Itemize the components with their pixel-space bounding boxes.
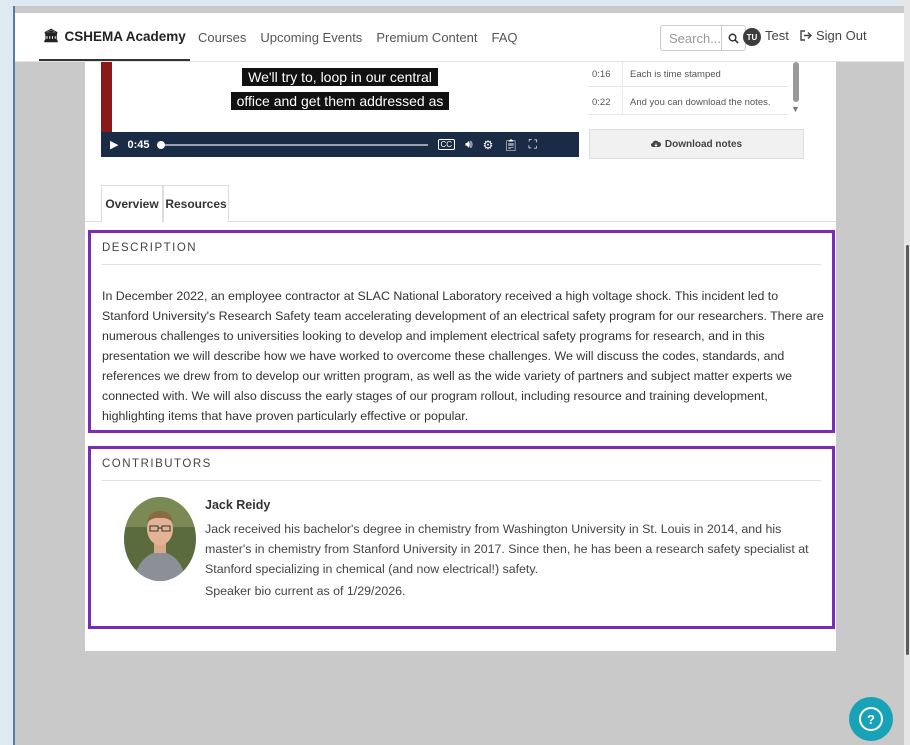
user-name-link[interactable]: Test <box>765 28 789 43</box>
description-text: In December 2022, an employee contractor… <box>102 289 824 423</box>
page-scrollbar[interactable] <box>904 0 910 745</box>
scrollbar-thumb[interactable] <box>906 245 909 655</box>
control-icons: CC 🔊︎ ⚙︎ 📋︎ ⛶ <box>437 137 537 152</box>
transcript-scrollbar[interactable] <box>793 62 799 102</box>
contributors-heading: CONTRIBUTORS <box>102 458 821 481</box>
closed-captions-icon[interactable]: CC <box>437 139 456 150</box>
fullscreen-icon[interactable]: ⛶ <box>529 137 537 152</box>
search-box: Search... <box>660 25 746 51</box>
transcript-text: Each is time stamped <box>630 68 721 80</box>
brand-link[interactable]: 🏛︎ CSHEMA Academy <box>39 13 190 61</box>
cloud-download-icon <box>650 140 661 147</box>
help-button[interactable]: ? <box>849 697 893 741</box>
progress-bar[interactable] <box>156 140 428 149</box>
transcript-panel: 0:16 Each is time stamped 0:22 And you c… <box>588 62 802 119</box>
transcript-clipboard-icon[interactable]: 📋︎ <box>503 138 518 152</box>
nav-links: Courses Upcoming Events Premium Content … <box>198 13 531 61</box>
content-tabs: Overview Resources <box>85 185 836 223</box>
nav-link-premium-content[interactable]: Premium Content <box>376 30 477 45</box>
question-mark-icon: ? <box>859 707 883 731</box>
description-heading: DESCRIPTION <box>102 242 821 265</box>
transcript-time: 0:22 <box>588 90 623 114</box>
search-input[interactable]: Search... <box>661 31 721 46</box>
scroll-down-arrow-icon[interactable]: ▼ <box>791 104 800 114</box>
window-frame-top <box>0 0 910 6</box>
user-avatar[interactable]: TU <box>743 28 761 46</box>
download-notes-label: Download notes <box>664 138 743 150</box>
tab-resources[interactable]: Resources <box>163 185 229 222</box>
home-icon: 🏛︎ <box>43 28 60 43</box>
download-notes-button[interactable]: Download notes <box>589 129 804 159</box>
nav-link-faq[interactable]: FAQ <box>491 30 517 45</box>
nav-link-courses[interactable]: Courses <box>198 30 246 45</box>
transcript-time: 0:16 <box>588 62 623 86</box>
contributor-bio: Jack received his bachelor's degree in c… <box>205 522 809 576</box>
settings-gear-icon[interactable]: ⚙︎ <box>483 138 494 152</box>
caption-line-1: We'll try to, loop in our central <box>101 68 579 86</box>
progress-knob[interactable] <box>156 140 165 149</box>
transcript-row[interactable]: 0:16 Each is time stamped <box>588 62 788 87</box>
search-button[interactable] <box>721 26 745 50</box>
contributor-name: Jack Reidy <box>205 498 271 512</box>
contributor-bio-note: Speaker bio current as of 1/29/2026. <box>205 584 406 598</box>
transcript-row[interactable]: 0:22 And you can download the notes. <box>588 90 788 115</box>
window-frame-left <box>0 0 14 745</box>
search-icon <box>728 33 739 44</box>
contributor-photo <box>124 497 196 581</box>
transcript-text: And you can download the notes. <box>630 96 771 108</box>
caption-line-2: office and get them addressed as <box>101 92 579 110</box>
current-time: 0:45 <box>127 138 150 151</box>
video-player[interactable]: We'll try to, loop in our central office… <box>101 62 579 157</box>
contributors-section: CONTRIBUTORS Jack Reidy Jack received hi… <box>88 446 835 629</box>
sign-out-icon <box>800 30 812 41</box>
tab-overview[interactable]: Overview <box>101 185 163 223</box>
play-icon[interactable]: ▶ <box>110 138 118 151</box>
video-controls: ▶ 0:45 CC 🔊︎ ⚙︎ 📋︎ ⛶ <box>101 132 579 157</box>
window-frame-edge <box>13 6 15 745</box>
volume-icon[interactable]: 🔊︎ <box>465 137 473 152</box>
sign-out-link[interactable]: Sign Out <box>800 28 867 43</box>
description-section: DESCRIPTION In December 2022, an employe… <box>88 230 835 433</box>
sign-out-label: Sign Out <box>816 28 867 43</box>
brand-label: CSHEMA Academy <box>64 28 186 44</box>
top-navbar: 🏛︎ CSHEMA Academy Courses Upcoming Event… <box>15 13 904 62</box>
contributor-photo-image <box>124 497 196 581</box>
nav-link-upcoming-events[interactable]: Upcoming Events <box>260 30 362 45</box>
